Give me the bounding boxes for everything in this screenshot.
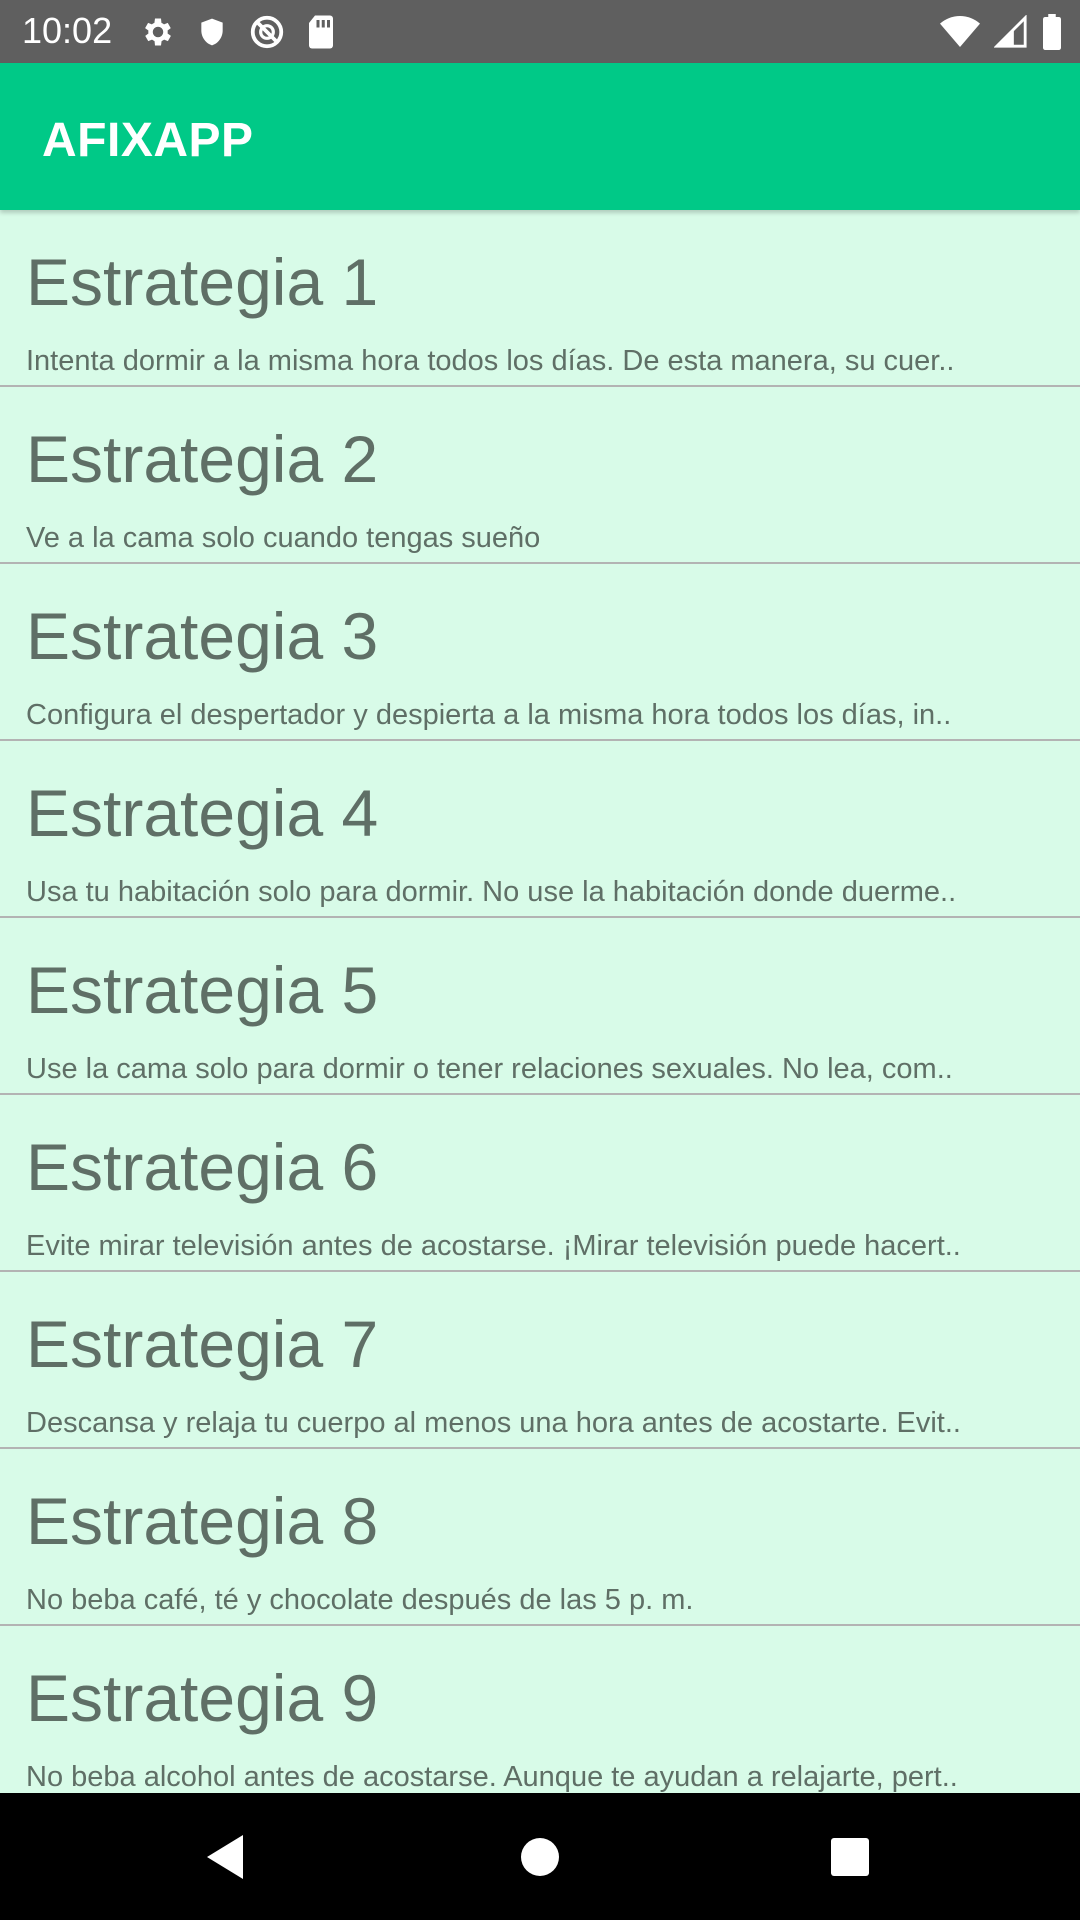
navigation-bar <box>0 1793 1080 1920</box>
list-item[interactable]: Estrategia 2 Ve a la cama solo cuando te… <box>0 387 1080 564</box>
app-bar: AFIXAPP <box>0 63 1080 210</box>
list-item[interactable]: Estrategia 7 Descansa y relaja tu cuerpo… <box>0 1272 1080 1449</box>
list-item[interactable]: Estrategia 4 Usa tu habitación solo para… <box>0 741 1080 918</box>
item-description: Intenta dormir a la misma hora todos los… <box>26 345 955 377</box>
item-description: No beba alcohol antes de acostarse. Aunq… <box>26 1761 958 1793</box>
item-title: Estrategia 8 <box>26 1484 379 1558</box>
list-item[interactable]: Estrategia 3 Configura el despertador y … <box>0 564 1080 741</box>
shield-icon <box>201 18 223 46</box>
gear-icon <box>145 18 171 46</box>
cell-signal-icon <box>994 15 1027 48</box>
item-description: Configura el despertador y despierta a l… <box>26 699 952 731</box>
item-title: Estrategia 4 <box>26 776 379 850</box>
recents-icon <box>831 1838 869 1876</box>
status-time: 10:02 <box>22 10 113 51</box>
no-sync-icon <box>250 15 284 49</box>
item-title: Estrategia 3 <box>26 599 379 673</box>
item-description: Use la cama solo para dormir o tener rel… <box>26 1053 953 1085</box>
item-description: Usa tu habitación solo para dormir. No u… <box>26 876 957 908</box>
item-title: Estrategia 9 <box>26 1661 379 1735</box>
item-title: Estrategia 2 <box>26 422 379 496</box>
item-description: Evite mirar televisión antes de acostars… <box>26 1230 961 1262</box>
battery-icon <box>1043 14 1061 50</box>
status-notification-icons <box>140 12 336 52</box>
item-description: Ve a la cama solo cuando tengas sueño <box>26 522 541 554</box>
status-system-icons <box>940 12 1062 52</box>
list-item[interactable]: Estrategia 6 Evite mirar televisión ante… <box>0 1095 1080 1272</box>
strategy-list[interactable]: Estrategia 1 Intenta dormir a la misma h… <box>0 210 1080 1793</box>
wifi-icon <box>940 16 980 47</box>
item-title: Estrategia 1 <box>26 245 379 319</box>
app-title: AFIXAPP <box>42 114 254 167</box>
list-item[interactable]: Estrategia 1 Intenta dormir a la misma h… <box>0 210 1080 387</box>
item-description: Descansa y relaja tu cuerpo al menos una… <box>26 1407 961 1439</box>
list-item[interactable]: Estrategia 5 Use la cama solo para dormi… <box>0 918 1080 1095</box>
back-button[interactable] <box>195 1827 255 1887</box>
list-item[interactable]: Estrategia 9 No beba alcohol antes de ac… <box>0 1626 1080 1793</box>
status-bar: 10:02 <box>0 0 1080 63</box>
recents-button[interactable] <box>820 1827 880 1887</box>
item-title: Estrategia 6 <box>26 1130 379 1204</box>
item-title: Estrategia 7 <box>26 1307 379 1381</box>
sd-card-icon <box>309 15 333 49</box>
back-icon <box>207 1835 243 1879</box>
home-icon <box>521 1838 559 1876</box>
home-button[interactable] <box>510 1827 570 1887</box>
list-item[interactable]: Estrategia 8 No beba café, té y chocolat… <box>0 1449 1080 1626</box>
item-title: Estrategia 5 <box>26 953 379 1027</box>
item-description: No beba café, té y chocolate después de … <box>26 1584 694 1616</box>
